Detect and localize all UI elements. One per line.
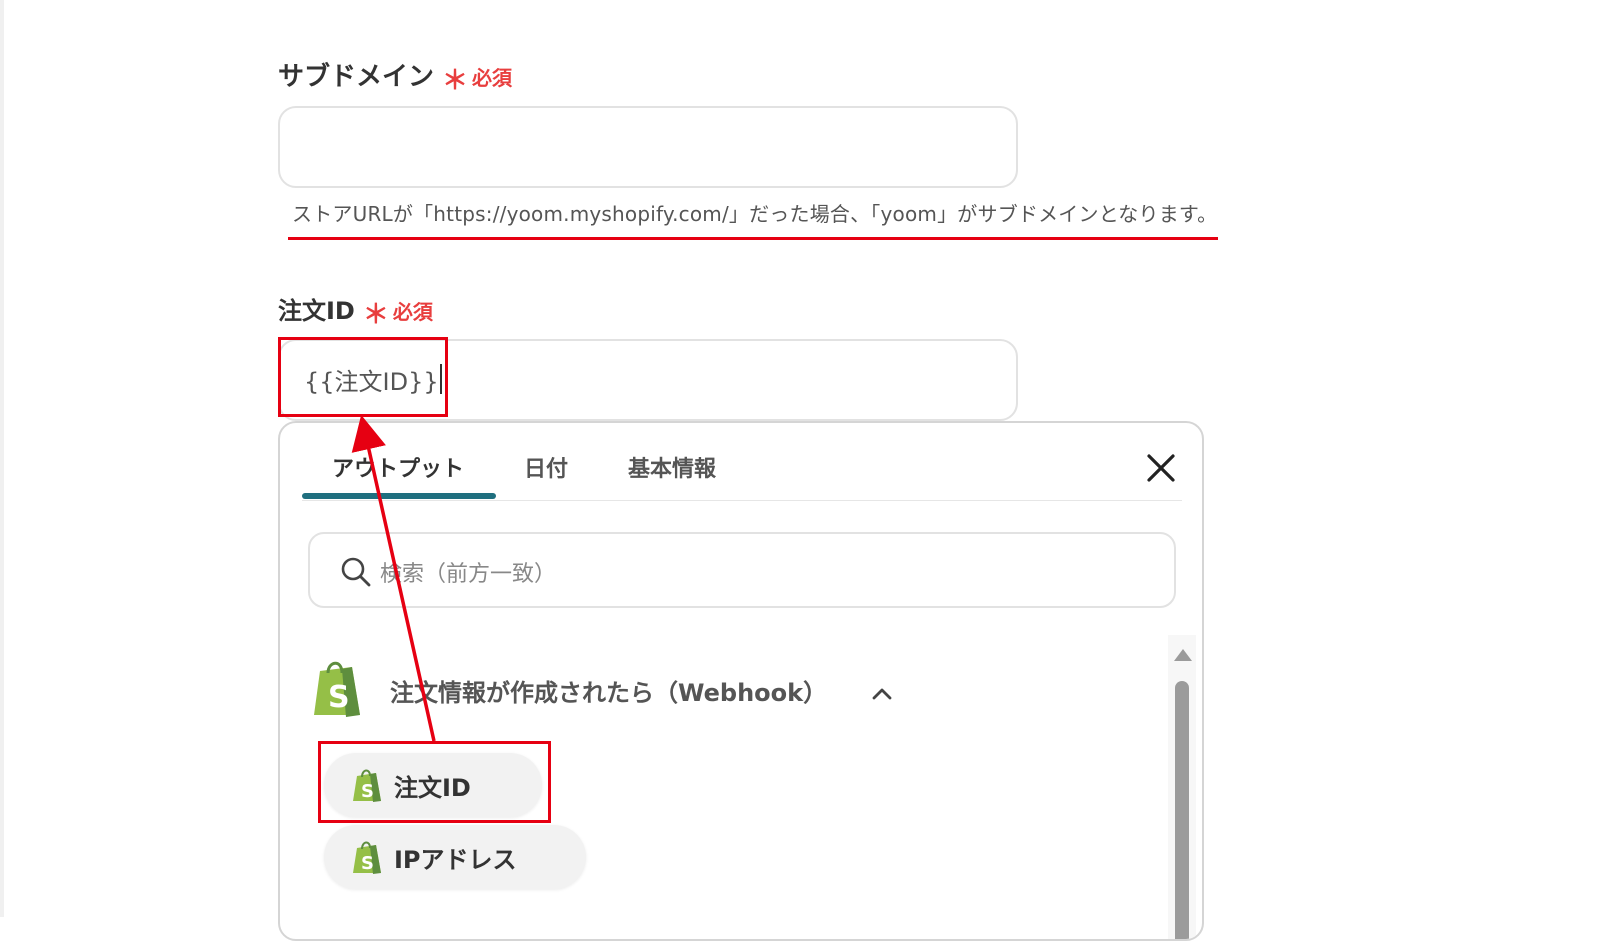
annotation-underline: [288, 237, 1218, 240]
output-item-ip-address[interactable]: S IPアドレス: [324, 825, 586, 889]
scrollbar[interactable]: [1168, 635, 1196, 939]
svg-text:S: S: [361, 853, 374, 874]
search-input[interactable]: 検索（前方一致）: [308, 532, 1176, 608]
tab-date[interactable]: 日付: [524, 451, 568, 483]
required-asterisk: ＊: [362, 300, 389, 330]
required-badge: 必須: [392, 300, 433, 324]
active-tab-indicator: [302, 493, 496, 499]
svg-text:S: S: [361, 781, 374, 802]
subdomain-help-text: ストアURLが「https://yoom.myshopify.com/」だった場…: [292, 202, 1218, 226]
required-asterisk: ＊: [442, 66, 469, 96]
shopify-icon: S: [314, 661, 360, 717]
shopify-icon: S: [353, 841, 381, 874]
output-item-label: IPアドレス: [394, 845, 517, 874]
required-badge: 必須: [472, 66, 513, 90]
text-caret: [439, 364, 442, 394]
tab-basic-info[interactable]: 基本情報: [628, 451, 716, 483]
subdomain-input[interactable]: [278, 106, 1018, 188]
variable-picker-panel: アウトプット 日付 基本情報 検索（前方一致） S 注文情報が作成されたら（We…: [278, 421, 1204, 941]
close-icon: [1147, 454, 1175, 482]
svg-text:S: S: [328, 680, 350, 715]
scrollbar-thumb[interactable]: [1175, 681, 1189, 939]
search-icon: [341, 557, 371, 587]
tab-divider: [302, 500, 1182, 501]
search-placeholder: 検索（前方一致）: [380, 562, 557, 587]
shopify-icon: S: [353, 769, 381, 802]
order-id-value-text: {{注文ID}}: [304, 367, 439, 396]
order-id-input-value: {{注文ID}}: [304, 362, 442, 396]
output-group-title[interactable]: 注文情報が作成されたら（Webhook）: [390, 673, 827, 708]
order-id-label-text: 注文ID: [278, 297, 355, 325]
chevron-up-icon[interactable]: [870, 681, 894, 705]
subdomain-label-text: サブドメイン: [278, 62, 435, 92]
tab-output[interactable]: アウトプット: [332, 451, 464, 483]
page-left-border: [0, 0, 4, 917]
scroll-up-arrow-icon[interactable]: [1174, 649, 1192, 661]
order-id-label: 注文ID ＊ 必須: [278, 290, 433, 330]
output-item-label: 注文ID: [394, 773, 471, 802]
close-button[interactable]: [1144, 451, 1178, 485]
subdomain-label: サブドメイン ＊ 必須: [278, 56, 513, 96]
output-item-order-id[interactable]: S 注文ID: [324, 753, 542, 817]
